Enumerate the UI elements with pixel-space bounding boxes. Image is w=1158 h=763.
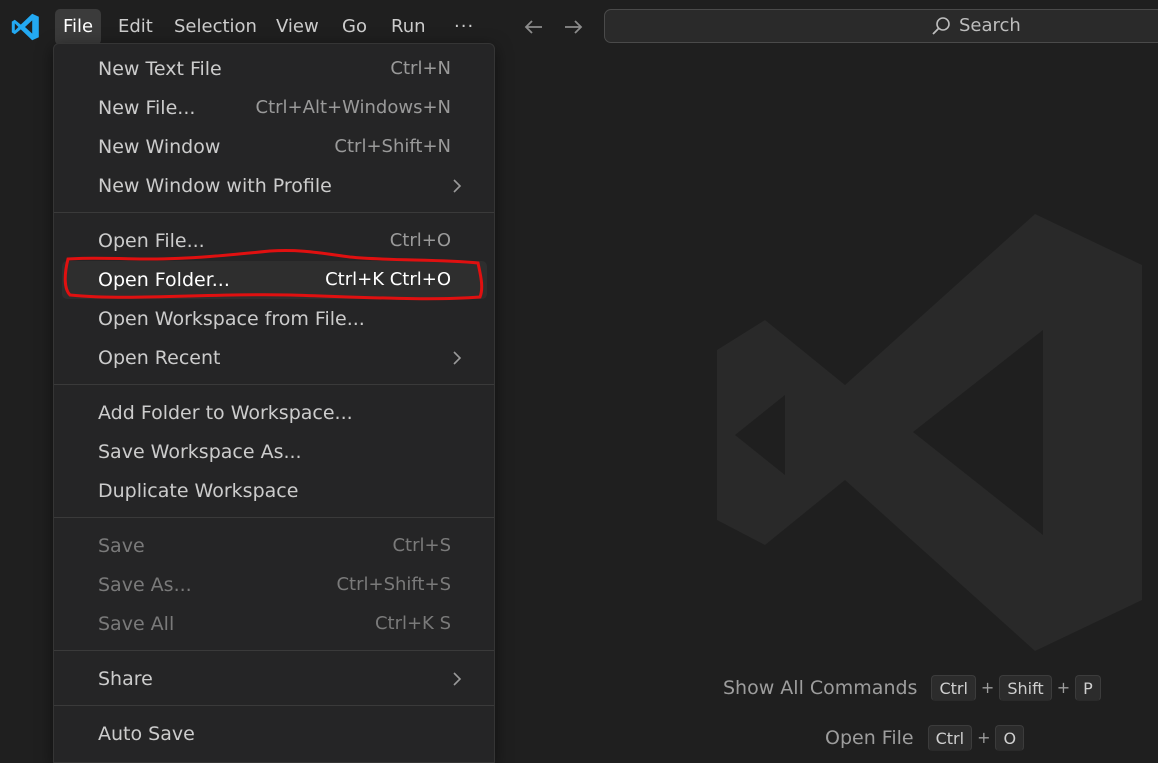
menu-item-save-workspace-as[interactable]: Save Workspace As... — [62, 433, 487, 471]
menu-item-label: Auto Save — [98, 723, 195, 745]
menu-run[interactable]: Run — [383, 9, 434, 45]
menu-item-shortcut: Ctrl+O — [389, 230, 451, 251]
menu-item-label: Save All — [98, 613, 175, 635]
menu-item-new-window[interactable]: New Window Ctrl+Shift+N — [62, 128, 487, 166]
chevron-right-icon — [453, 179, 462, 193]
menu-item-label: Save Workspace As... — [98, 441, 302, 463]
kbd-o: O — [995, 724, 1025, 751]
menu-item-shortcut: Ctrl+N — [390, 58, 451, 79]
menu-separator — [54, 384, 494, 385]
menu-item-new-window-with-profile[interactable]: New Window with Profile — [62, 167, 487, 205]
chevron-right-icon — [453, 351, 462, 365]
menu-item-open-folder[interactable]: Open Folder... Ctrl+K Ctrl+O — [62, 261, 487, 299]
menu-item-open-recent[interactable]: Open Recent — [62, 339, 487, 377]
menu-item-save-all[interactable]: Save All Ctrl+K S — [62, 605, 487, 643]
menu-item-shortcut: Ctrl+K S — [374, 613, 451, 634]
menu-item-label: New Window — [98, 136, 221, 158]
menu-item-label: Duplicate Workspace — [98, 480, 299, 502]
vscode-logo-icon — [11, 13, 39, 41]
menu-item-label: Open Folder... — [98, 269, 230, 291]
chevron-right-icon — [453, 672, 462, 686]
menu-item-auto-save[interactable]: Auto Save — [62, 715, 487, 753]
menu-item-shortcut: Ctrl+Shift+N — [334, 136, 451, 157]
show-all-commands-label: Show All Commands — [723, 676, 918, 699]
show-all-commands-hint: Show All Commands Ctrl + Shift + P — [723, 673, 1101, 701]
menu-item-label: Open Workspace from File... — [98, 308, 365, 330]
open-file-label: Open File — [825, 726, 914, 749]
menu-item-add-folder-to-workspace[interactable]: Add Folder to Workspace... — [62, 394, 487, 432]
menu-item-label: Save As... — [98, 574, 192, 596]
menu-item-label: New Window with Profile — [98, 175, 332, 197]
menu-item-save[interactable]: Save Ctrl+S — [62, 527, 487, 565]
menu-item-label: Save — [98, 535, 145, 557]
menu-item-shortcut: Ctrl+K Ctrl+O — [325, 269, 451, 290]
kbd-p: P — [1075, 674, 1101, 701]
menu-file[interactable]: File — [55, 9, 102, 45]
menu-view[interactable]: View — [268, 9, 327, 45]
open-file-hint: Open File Ctrl + O — [825, 723, 1025, 751]
menu-go[interactable]: Go — [334, 9, 375, 45]
menu-item-shortcut: Ctrl+S — [392, 535, 451, 556]
more-menus-button[interactable]: ··· — [446, 9, 482, 45]
menu-item-label: Open File... — [98, 230, 205, 252]
search-placeholder: Search — [959, 15, 1021, 36]
menu-separator — [54, 517, 494, 518]
menu-item-open-file[interactable]: Open File... Ctrl+O — [62, 222, 487, 260]
arrow-right-icon[interactable] — [560, 14, 586, 40]
menu-item-label: Share — [98, 668, 153, 690]
file-menu-dropdown: New Text File Ctrl+N New File... Ctrl+Al… — [53, 43, 495, 763]
menu-item-save-as[interactable]: Save As... Ctrl+Shift+S — [62, 566, 487, 604]
menu-item-duplicate-workspace[interactable]: Duplicate Workspace — [62, 472, 487, 510]
kbd-ctrl: Ctrl — [927, 724, 973, 751]
menu-item-shortcut: Ctrl+Shift+S — [336, 574, 451, 595]
vscode-watermark-icon — [717, 214, 1142, 651]
menu-item-new-text-file[interactable]: New Text File Ctrl+N — [62, 50, 487, 88]
menu-item-label: Open Recent — [98, 347, 221, 369]
menu-item-new-file[interactable]: New File... Ctrl+Alt+Windows+N — [62, 89, 487, 127]
kbd-shift: Shift — [999, 674, 1052, 701]
menu-item-open-workspace-from-file[interactable]: Open Workspace from File... — [62, 300, 487, 338]
kbd-ctrl: Ctrl — [931, 674, 976, 701]
menu-item-label: New File... — [98, 97, 196, 119]
menu-selection[interactable]: Selection — [166, 9, 265, 45]
menu-separator — [54, 212, 494, 213]
menu-separator — [54, 650, 494, 651]
menu-edit[interactable]: Edit — [110, 9, 161, 45]
menu-item-label: New Text File — [98, 58, 222, 80]
search-icon — [932, 17, 950, 35]
menu-item-shortcut: Ctrl+Alt+Windows+N — [255, 97, 451, 118]
menu-separator — [54, 705, 494, 706]
menu-item-share[interactable]: Share — [62, 660, 487, 698]
command-center-search[interactable]: Search — [604, 9, 1158, 43]
arrow-left-icon[interactable] — [521, 14, 547, 40]
menu-item-label: Add Folder to Workspace... — [98, 402, 353, 424]
